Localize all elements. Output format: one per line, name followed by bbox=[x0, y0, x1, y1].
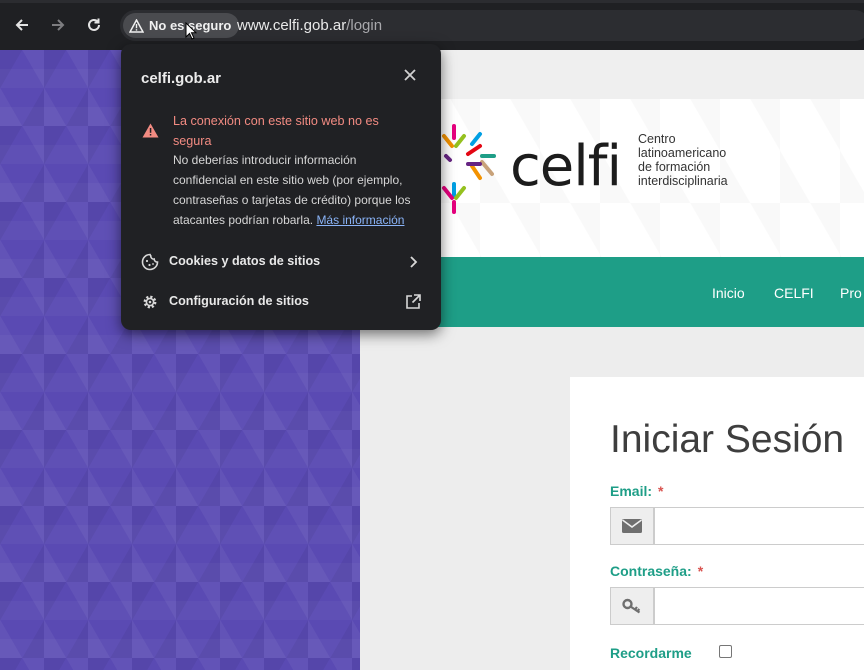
open-external-icon bbox=[406, 294, 421, 309]
close-button[interactable] bbox=[401, 68, 419, 86]
site-settings-row-label: Configuración de sitios bbox=[169, 294, 309, 308]
celfi-logo-wordmark: celfi bbox=[510, 134, 622, 199]
gear-icon bbox=[143, 295, 157, 309]
tagline-line-3: de formación bbox=[638, 160, 711, 174]
warning-triangle-icon bbox=[142, 123, 159, 138]
tab-strip-edge bbox=[0, 0, 864, 3]
warning-heading: La conexión con este sitio web no es seg… bbox=[173, 114, 379, 148]
email-field[interactable] bbox=[654, 507, 864, 545]
site-info-popup: celfi.gob.ar La conexión con este sitio … bbox=[121, 44, 441, 330]
security-chip[interactable]: No es seguro bbox=[123, 13, 240, 38]
required-marker: * bbox=[697, 563, 704, 579]
url-path: /login bbox=[346, 17, 383, 34]
browser-toolbar: No es seguro www.celfi.gob.ar/login bbox=[0, 0, 864, 50]
reload-icon bbox=[88, 18, 100, 31]
popup-title: celfi.gob.ar bbox=[141, 70, 222, 87]
cookies-row[interactable]: Cookies y datos de sitios bbox=[121, 242, 441, 282]
arrow-right-icon bbox=[52, 19, 65, 31]
tagline-line-2: latinoamericano bbox=[638, 146, 727, 160]
nav-link-celfi[interactable]: CELFI bbox=[774, 285, 814, 301]
reload-button[interactable] bbox=[82, 13, 106, 37]
warning-triangle-icon bbox=[129, 18, 144, 33]
password-label-text: Contraseña: bbox=[610, 563, 692, 579]
warning-body: No deberías introducir información confi… bbox=[173, 150, 423, 230]
chevron-right-icon bbox=[410, 256, 418, 268]
forward-button[interactable] bbox=[46, 13, 70, 37]
cookie-icon bbox=[141, 253, 159, 271]
tagline-line-1: Centro bbox=[638, 132, 676, 146]
url-text[interactable]: www.celfi.gob.ar/login bbox=[237, 17, 382, 34]
more-info-link[interactable]: Más información bbox=[316, 213, 404, 227]
celfi-logo-tagline: Centro latinoamericano de formación inte… bbox=[638, 132, 728, 188]
email-addon bbox=[610, 507, 654, 545]
email-label-text: Email: bbox=[610, 483, 653, 499]
cookies-row-label: Cookies y datos de sitios bbox=[169, 254, 321, 268]
close-icon bbox=[404, 69, 416, 81]
password-addon bbox=[610, 587, 654, 625]
email-label: Email: * bbox=[610, 483, 663, 499]
tagline-line-4: interdisciplinaria bbox=[638, 174, 728, 188]
site-settings-row[interactable]: Configuración de sitios bbox=[121, 282, 441, 322]
url-domain: www.celfi.gob.ar bbox=[237, 17, 347, 34]
mouse-cursor-icon bbox=[185, 22, 197, 40]
remember-label: Recordarme bbox=[610, 645, 692, 661]
required-marker: * bbox=[658, 483, 664, 499]
password-label: Contraseña: * bbox=[610, 563, 703, 579]
envelope-icon bbox=[622, 519, 642, 533]
password-field[interactable] bbox=[654, 587, 864, 625]
remember-checkbox[interactable] bbox=[719, 645, 732, 658]
nav-link-inicio[interactable]: Inicio bbox=[712, 285, 745, 301]
nav-link-partial[interactable]: Pro bbox=[840, 285, 862, 301]
arrow-left-icon bbox=[15, 19, 28, 31]
login-title: Iniciar Sesión bbox=[610, 418, 845, 461]
celfi-logo-mark-icon bbox=[442, 124, 496, 214]
key-icon bbox=[622, 598, 641, 614]
back-button[interactable] bbox=[10, 13, 34, 37]
